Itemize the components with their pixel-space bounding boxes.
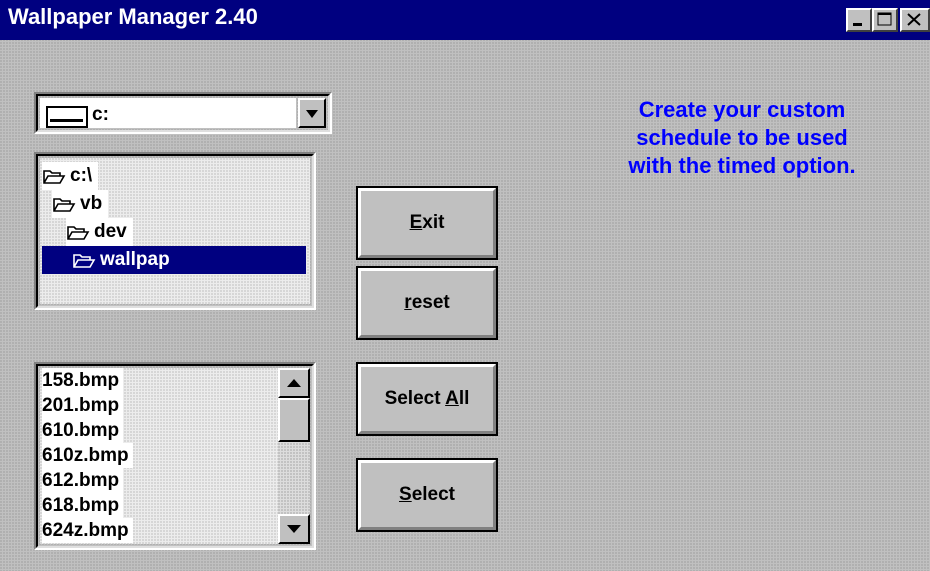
list-item[interactable]: 624z.bmp <box>42 518 133 543</box>
title-bar[interactable]: Wallpaper Manager 2.40 <box>0 0 930 40</box>
list-item[interactable]: 612.bmp <box>42 468 124 493</box>
select-all-button-face: Select All <box>358 364 496 434</box>
maximize-button[interactable] <box>872 8 898 32</box>
chevron-down-icon <box>287 525 301 533</box>
drive-label: c: <box>92 104 109 125</box>
directory-item-label: c:\ <box>70 165 93 186</box>
drive-field[interactable]: c: <box>40 98 296 128</box>
select-all-button-label: Select All <box>384 388 470 409</box>
select-all-button[interactable]: Select All <box>356 362 498 436</box>
close-button[interactable] <box>900 8 930 32</box>
file-list[interactable]: 158.bmp 201.bmp 610.bmp 610z.bmp 612.bmp… <box>34 362 316 550</box>
list-item[interactable]: 201.bmp <box>42 393 124 418</box>
window-title: Wallpaper Manager 2.40 <box>8 4 258 29</box>
exit-button[interactable]: Exit <box>356 186 498 260</box>
app-window: Wallpaper Manager 2.40 c: c:\ vb dev wal… <box>0 0 930 571</box>
info-message: Create your custom schedule to be used w… <box>584 96 900 180</box>
list-item[interactable]: 618.bmp <box>42 493 124 518</box>
drive-dropdown-button[interactable] <box>298 98 326 128</box>
directory-item[interactable]: vb <box>52 190 109 218</box>
folder-open-icon <box>53 198 76 212</box>
chevron-up-icon <box>287 379 301 387</box>
select-button-label: Select <box>399 484 455 505</box>
directory-item-label: dev <box>94 221 127 242</box>
file-list-scrollbar[interactable] <box>278 368 310 544</box>
drive-icon <box>46 106 88 128</box>
chevron-down-icon <box>306 110 318 118</box>
scroll-down-button[interactable] <box>278 514 310 544</box>
scroll-up-button[interactable] <box>278 368 310 398</box>
maximize-icon <box>877 12 892 26</box>
reset-button[interactable]: reset <box>356 266 498 340</box>
list-item[interactable]: 610.bmp <box>42 418 124 443</box>
minimize-button[interactable] <box>846 8 872 32</box>
list-item[interactable]: 158.bmp <box>42 368 124 393</box>
reset-button-face: reset <box>358 268 496 338</box>
exit-button-label: Exit <box>409 212 445 233</box>
minimize-icon <box>853 23 862 26</box>
close-icon <box>907 13 921 26</box>
reset-button-label: reset <box>404 292 450 313</box>
directory-item[interactable]: dev <box>66 218 133 246</box>
info-line: with the timed option. <box>628 153 856 178</box>
info-line: schedule to be used <box>636 125 848 150</box>
select-button[interactable]: Select <box>356 458 498 532</box>
exit-button-face: Exit <box>358 188 496 258</box>
folder-open-icon <box>73 254 96 268</box>
directory-list[interactable]: c:\ vb dev wallpap <box>34 152 316 310</box>
directory-item[interactable]: c:\ <box>42 162 99 190</box>
list-item[interactable]: 610z.bmp <box>42 443 133 468</box>
drive-selector[interactable]: c: <box>34 92 332 134</box>
folder-open-icon <box>67 226 90 240</box>
info-line: Create your custom <box>638 97 846 122</box>
directory-item-selected[interactable]: wallpap <box>42 246 306 274</box>
folder-open-icon <box>43 170 66 184</box>
directory-item-label: wallpap <box>100 249 170 270</box>
directory-item-label: vb <box>80 193 103 214</box>
scroll-thumb[interactable] <box>278 398 310 442</box>
select-button-face: Select <box>358 460 496 530</box>
